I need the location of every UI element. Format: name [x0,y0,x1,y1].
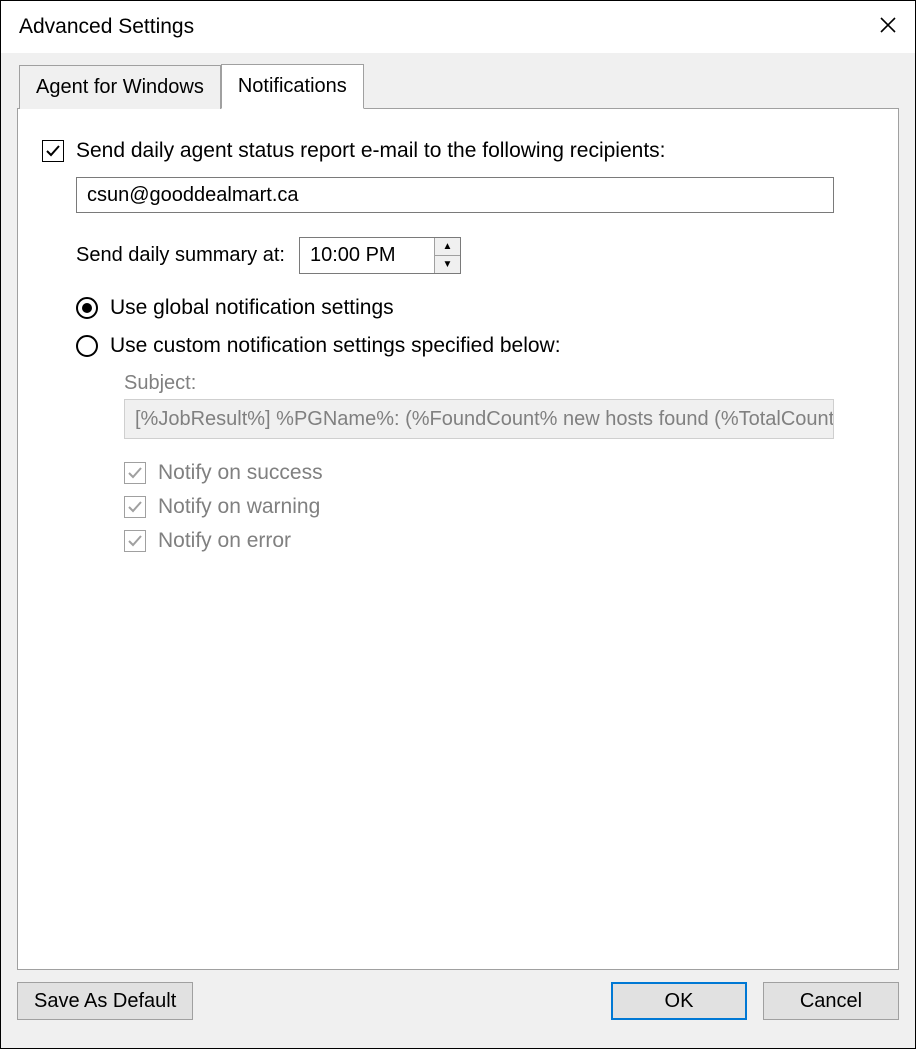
chevron-up-icon: ▲ [443,241,453,252]
use-global-label: Use global notification settings [98,296,394,320]
dialog-footer: Save As Default OK Cancel [17,970,899,1032]
notify-on-warning-checkbox [124,496,146,518]
spinner-down-button[interactable]: ▼ [435,255,460,273]
button-label: Save As Default [34,990,176,1013]
use-custom-label: Use custom notification settings specifi… [98,334,561,358]
recipients-value: csun@gooddealmart.ca [87,184,299,207]
titlebar: Advanced Settings [1,1,915,53]
notify-on-warning-label: Notify on warning [146,495,320,519]
notify-on-success-label: Notify on success [146,461,323,485]
cancel-button[interactable]: Cancel [763,982,899,1020]
subject-label: Subject: [124,372,196,394]
close-button[interactable] [861,1,915,53]
ok-button[interactable]: OK [611,982,747,1020]
tab-label: Notifications [238,75,347,97]
use-custom-radio[interactable] [76,335,98,357]
client-area: Agent for Windows Notifications Send dai… [1,53,915,1048]
notify-on-error-checkbox [124,530,146,552]
send-daily-report-checkbox[interactable] [42,140,64,162]
window-title: Advanced Settings [19,15,194,39]
notify-on-success-checkbox [124,462,146,484]
chevron-down-icon: ▼ [443,259,453,270]
subject-input: [%JobResult%] %PGName%: (%FoundCount% ne… [124,399,834,439]
button-label: Cancel [800,990,862,1013]
send-summary-time-value: 10:00 PM [300,238,434,273]
radio-dot-icon [82,303,92,313]
tab-notifications[interactable]: Notifications [221,64,364,109]
tab-panel-notifications: Send daily agent status report e-mail to… [17,108,899,970]
send-summary-label: Send daily summary at: [76,244,285,267]
advanced-settings-dialog: Advanced Settings Agent for Windows Noti… [0,0,916,1049]
send-summary-time-spinner[interactable]: 10:00 PM ▲ ▼ [299,237,461,274]
notify-on-error-label: Notify on error [146,529,291,553]
spinner-up-button[interactable]: ▲ [435,238,460,255]
use-global-radio[interactable] [76,297,98,319]
close-icon [879,14,897,40]
button-label: OK [665,990,694,1013]
tabstrip: Agent for Windows Notifications [17,63,899,108]
subject-value: [%JobResult%] %PGName%: (%FoundCount% ne… [135,408,834,431]
recipients-input[interactable]: csun@gooddealmart.ca [76,177,834,213]
send-daily-report-label: Send daily agent status report e-mail to… [64,139,666,163]
tab-agent-for-windows[interactable]: Agent for Windows [19,65,221,109]
save-as-default-button[interactable]: Save As Default [17,982,193,1020]
tab-label: Agent for Windows [36,76,204,98]
